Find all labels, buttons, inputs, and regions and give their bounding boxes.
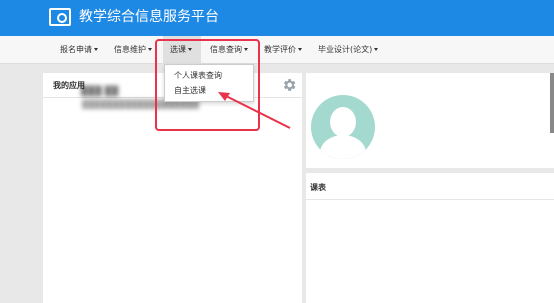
annotation-arrow-icon — [218, 92, 291, 129]
